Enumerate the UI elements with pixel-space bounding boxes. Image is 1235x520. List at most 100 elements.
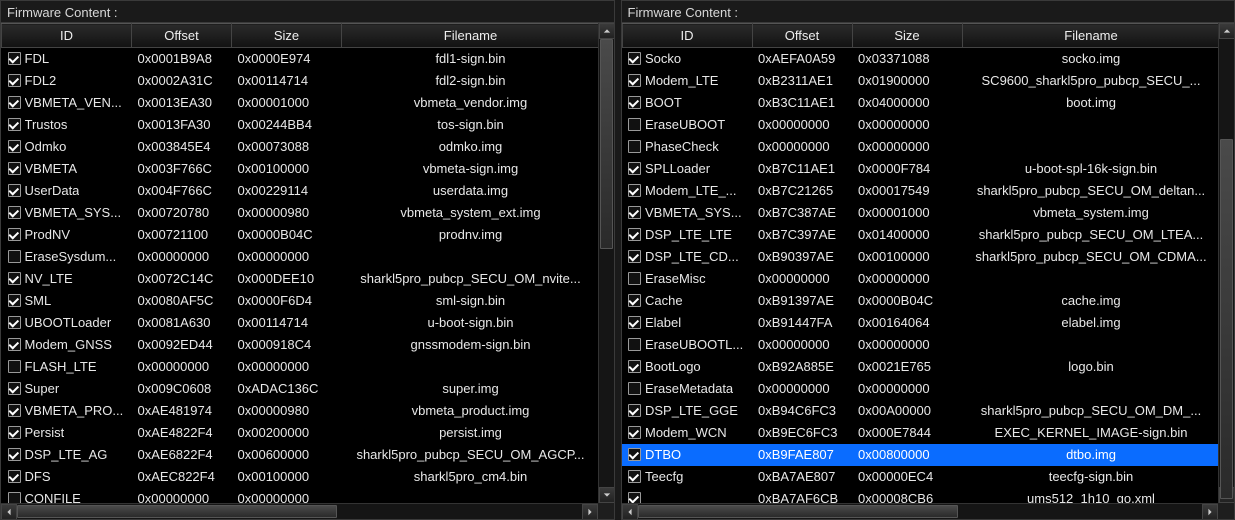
column-header-size[interactable]: Size [852, 24, 962, 48]
row-checkbox[interactable] [628, 448, 641, 461]
table-row[interactable]: EraseSysdum...0x000000000x00000000 [2, 246, 598, 268]
table-row[interactable]: EraseMetadata0x000000000x00000000 [622, 378, 1218, 400]
column-header-id[interactable]: ID [2, 24, 132, 48]
row-checkbox[interactable] [628, 140, 641, 153]
row-checkbox[interactable] [628, 382, 641, 395]
table-row[interactable]: SML0x0080AF5C0x0000F6D4sml-sign.bin [2, 290, 598, 312]
scroll-up-button[interactable] [1219, 23, 1234, 39]
table-row[interactable]: VBMETA_PRO...0xAE4819740x00000980vbmeta_… [2, 400, 598, 422]
scroll-left-button[interactable] [1, 504, 17, 519]
scroll-thumb[interactable] [1220, 139, 1233, 499]
table-row[interactable]: ProdNV0x007211000x0000B04Cprodnv.img [2, 224, 598, 246]
table-row[interactable]: Modem_LTE0xB2311AE10x01900000SC9600_shar… [622, 70, 1218, 92]
column-header-size[interactable]: Size [232, 24, 342, 48]
row-checkbox[interactable] [628, 470, 641, 483]
table-row[interactable]: UserData0x004F766C0x00229114userdata.img [2, 180, 598, 202]
row-checkbox[interactable] [628, 272, 641, 285]
row-checkbox[interactable] [8, 184, 21, 197]
table-row[interactable]: VBMETA_SYS...0xB7C387AE0x00001000vbmeta_… [622, 202, 1218, 224]
scroll-thumb[interactable] [638, 505, 958, 518]
vertical-scrollbar[interactable] [1218, 23, 1234, 503]
table-row[interactable]: SPLLoader0xB7C11AE10x0000F784u-boot-spl-… [622, 158, 1218, 180]
table-row[interactable]: EraseUBOOT0x000000000x00000000 [622, 114, 1218, 136]
table-row[interactable]: Cache0xB91397AE0x0000B04Ccache.img [622, 290, 1218, 312]
row-checkbox[interactable] [8, 250, 21, 263]
firmware-table-left[interactable]: IDOffsetSizeFilename FDL0x0001B9A80x0000… [1, 23, 598, 503]
table-row[interactable]: DTBO0xB9FAE8070x00800000dtbo.img [622, 444, 1218, 466]
row-checkbox[interactable] [628, 316, 641, 329]
table-row[interactable]: EraseMisc0x000000000x00000000 [622, 268, 1218, 290]
column-header-filename[interactable]: Filename [962, 24, 1218, 48]
row-checkbox[interactable] [8, 360, 21, 373]
row-checkbox[interactable] [8, 206, 21, 219]
row-checkbox[interactable] [8, 338, 21, 351]
table-row[interactable]: Odmko0x003845E40x00073088odmko.img [2, 136, 598, 158]
column-header-filename[interactable]: Filename [342, 24, 598, 48]
table-row[interactable]: DSP_LTE_LTE0xB7C397AE0x01400000sharkl5pr… [622, 224, 1218, 246]
row-checkbox[interactable] [8, 74, 21, 87]
table-row[interactable]: Trustos0x0013FA300x00244BB4tos-sign.bin [2, 114, 598, 136]
row-checkbox[interactable] [628, 118, 641, 131]
scroll-up-button[interactable] [599, 23, 614, 39]
row-checkbox[interactable] [8, 492, 21, 503]
row-checkbox[interactable] [8, 316, 21, 329]
firmware-table-right[interactable]: IDOffsetSizeFilename Socko0xAEFA0A590x03… [622, 23, 1219, 503]
table-row[interactable]: EraseUBOOTL...0x000000000x00000000 [622, 334, 1218, 356]
row-checkbox[interactable] [8, 140, 21, 153]
table-row[interactable]: BootLogo0xB92A885E0x0021E765logo.bin [622, 356, 1218, 378]
row-checkbox[interactable] [8, 162, 21, 175]
row-checkbox[interactable] [628, 294, 641, 307]
table-row[interactable]: Persist0xAE4822F40x00200000persist.img [2, 422, 598, 444]
row-checkbox[interactable] [8, 96, 21, 109]
row-checkbox[interactable] [628, 206, 641, 219]
row-checkbox[interactable] [628, 404, 641, 417]
row-checkbox[interactable] [628, 96, 641, 109]
row-checkbox[interactable] [8, 448, 21, 461]
table-row[interactable]: UBOOTLoader0x0081A6300x00114714u-boot-si… [2, 312, 598, 334]
row-checkbox[interactable] [628, 338, 641, 351]
table-row[interactable]: 0xBA7AF6CB0x00008CB6ums512_1h10_go.xml [622, 488, 1218, 504]
scroll-down-button[interactable] [599, 487, 614, 503]
table-row[interactable]: CONFILE0x000000000x00000000 [2, 488, 598, 504]
table-row[interactable]: VBMETA_SYS...0x007207800x00000980vbmeta_… [2, 202, 598, 224]
row-checkbox[interactable] [628, 228, 641, 241]
table-row[interactable]: FLASH_LTE0x000000000x00000000 [2, 356, 598, 378]
row-checkbox[interactable] [628, 250, 641, 263]
row-checkbox[interactable] [628, 492, 641, 503]
table-row[interactable]: BOOT0xB3C11AE10x04000000boot.img [622, 92, 1218, 114]
row-checkbox[interactable] [628, 184, 641, 197]
row-checkbox[interactable] [8, 470, 21, 483]
scroll-right-button[interactable] [582, 504, 598, 519]
table-row[interactable]: PhaseCheck0x000000000x00000000 [622, 136, 1218, 158]
table-row[interactable]: Socko0xAEFA0A590x03371088socko.img [622, 48, 1218, 70]
column-header-offset[interactable]: Offset [132, 24, 232, 48]
table-row[interactable]: NV_LTE0x0072C14C0x000DEE10sharkl5pro_pub… [2, 268, 598, 290]
column-header-id[interactable]: ID [622, 24, 752, 48]
row-checkbox[interactable] [8, 272, 21, 285]
table-row[interactable]: Teecfg0xBA7AE8070x00000EC4teecfg-sign.bi… [622, 466, 1218, 488]
table-row[interactable]: Super0x009C06080xADAC136Csuper.img [2, 378, 598, 400]
row-checkbox[interactable] [8, 228, 21, 241]
table-row[interactable]: Modem_WCN0xB9EC6FC30x000E7844EXEC_KERNEL… [622, 422, 1218, 444]
table-row[interactable]: DSP_LTE_CD...0xB90397AE0x00100000sharkl5… [622, 246, 1218, 268]
table-row[interactable]: Modem_LTE_...0xB7C212650x00017549sharkl5… [622, 180, 1218, 202]
column-header-offset[interactable]: Offset [752, 24, 852, 48]
row-checkbox[interactable] [8, 426, 21, 439]
row-checkbox[interactable] [628, 74, 641, 87]
row-checkbox[interactable] [628, 162, 641, 175]
row-checkbox[interactable] [628, 360, 641, 373]
row-checkbox[interactable] [8, 118, 21, 131]
table-row[interactable]: DSP_LTE_GGE0xB94C6FC30x00A00000sharkl5pr… [622, 400, 1218, 422]
table-row[interactable]: VBMETA0x003F766C0x00100000vbmeta-sign.im… [2, 158, 598, 180]
table-row[interactable]: DFS0xAEC822F40x00100000sharkl5pro_cm4.bi… [2, 466, 598, 488]
table-row[interactable]: VBMETA_VEN...0x0013EA300x00001000vbmeta_… [2, 92, 598, 114]
row-checkbox[interactable] [628, 426, 641, 439]
table-row[interactable]: DSP_LTE_AG0xAE6822F40x00600000sharkl5pro… [2, 444, 598, 466]
scroll-thumb[interactable] [600, 39, 613, 249]
scroll-right-button[interactable] [1202, 504, 1218, 519]
row-checkbox[interactable] [8, 294, 21, 307]
vertical-scrollbar[interactable] [598, 23, 614, 503]
table-row[interactable]: Elabel0xB91447FA0x00164064elabel.img [622, 312, 1218, 334]
row-checkbox[interactable] [8, 382, 21, 395]
horizontal-scrollbar[interactable] [622, 503, 1219, 519]
